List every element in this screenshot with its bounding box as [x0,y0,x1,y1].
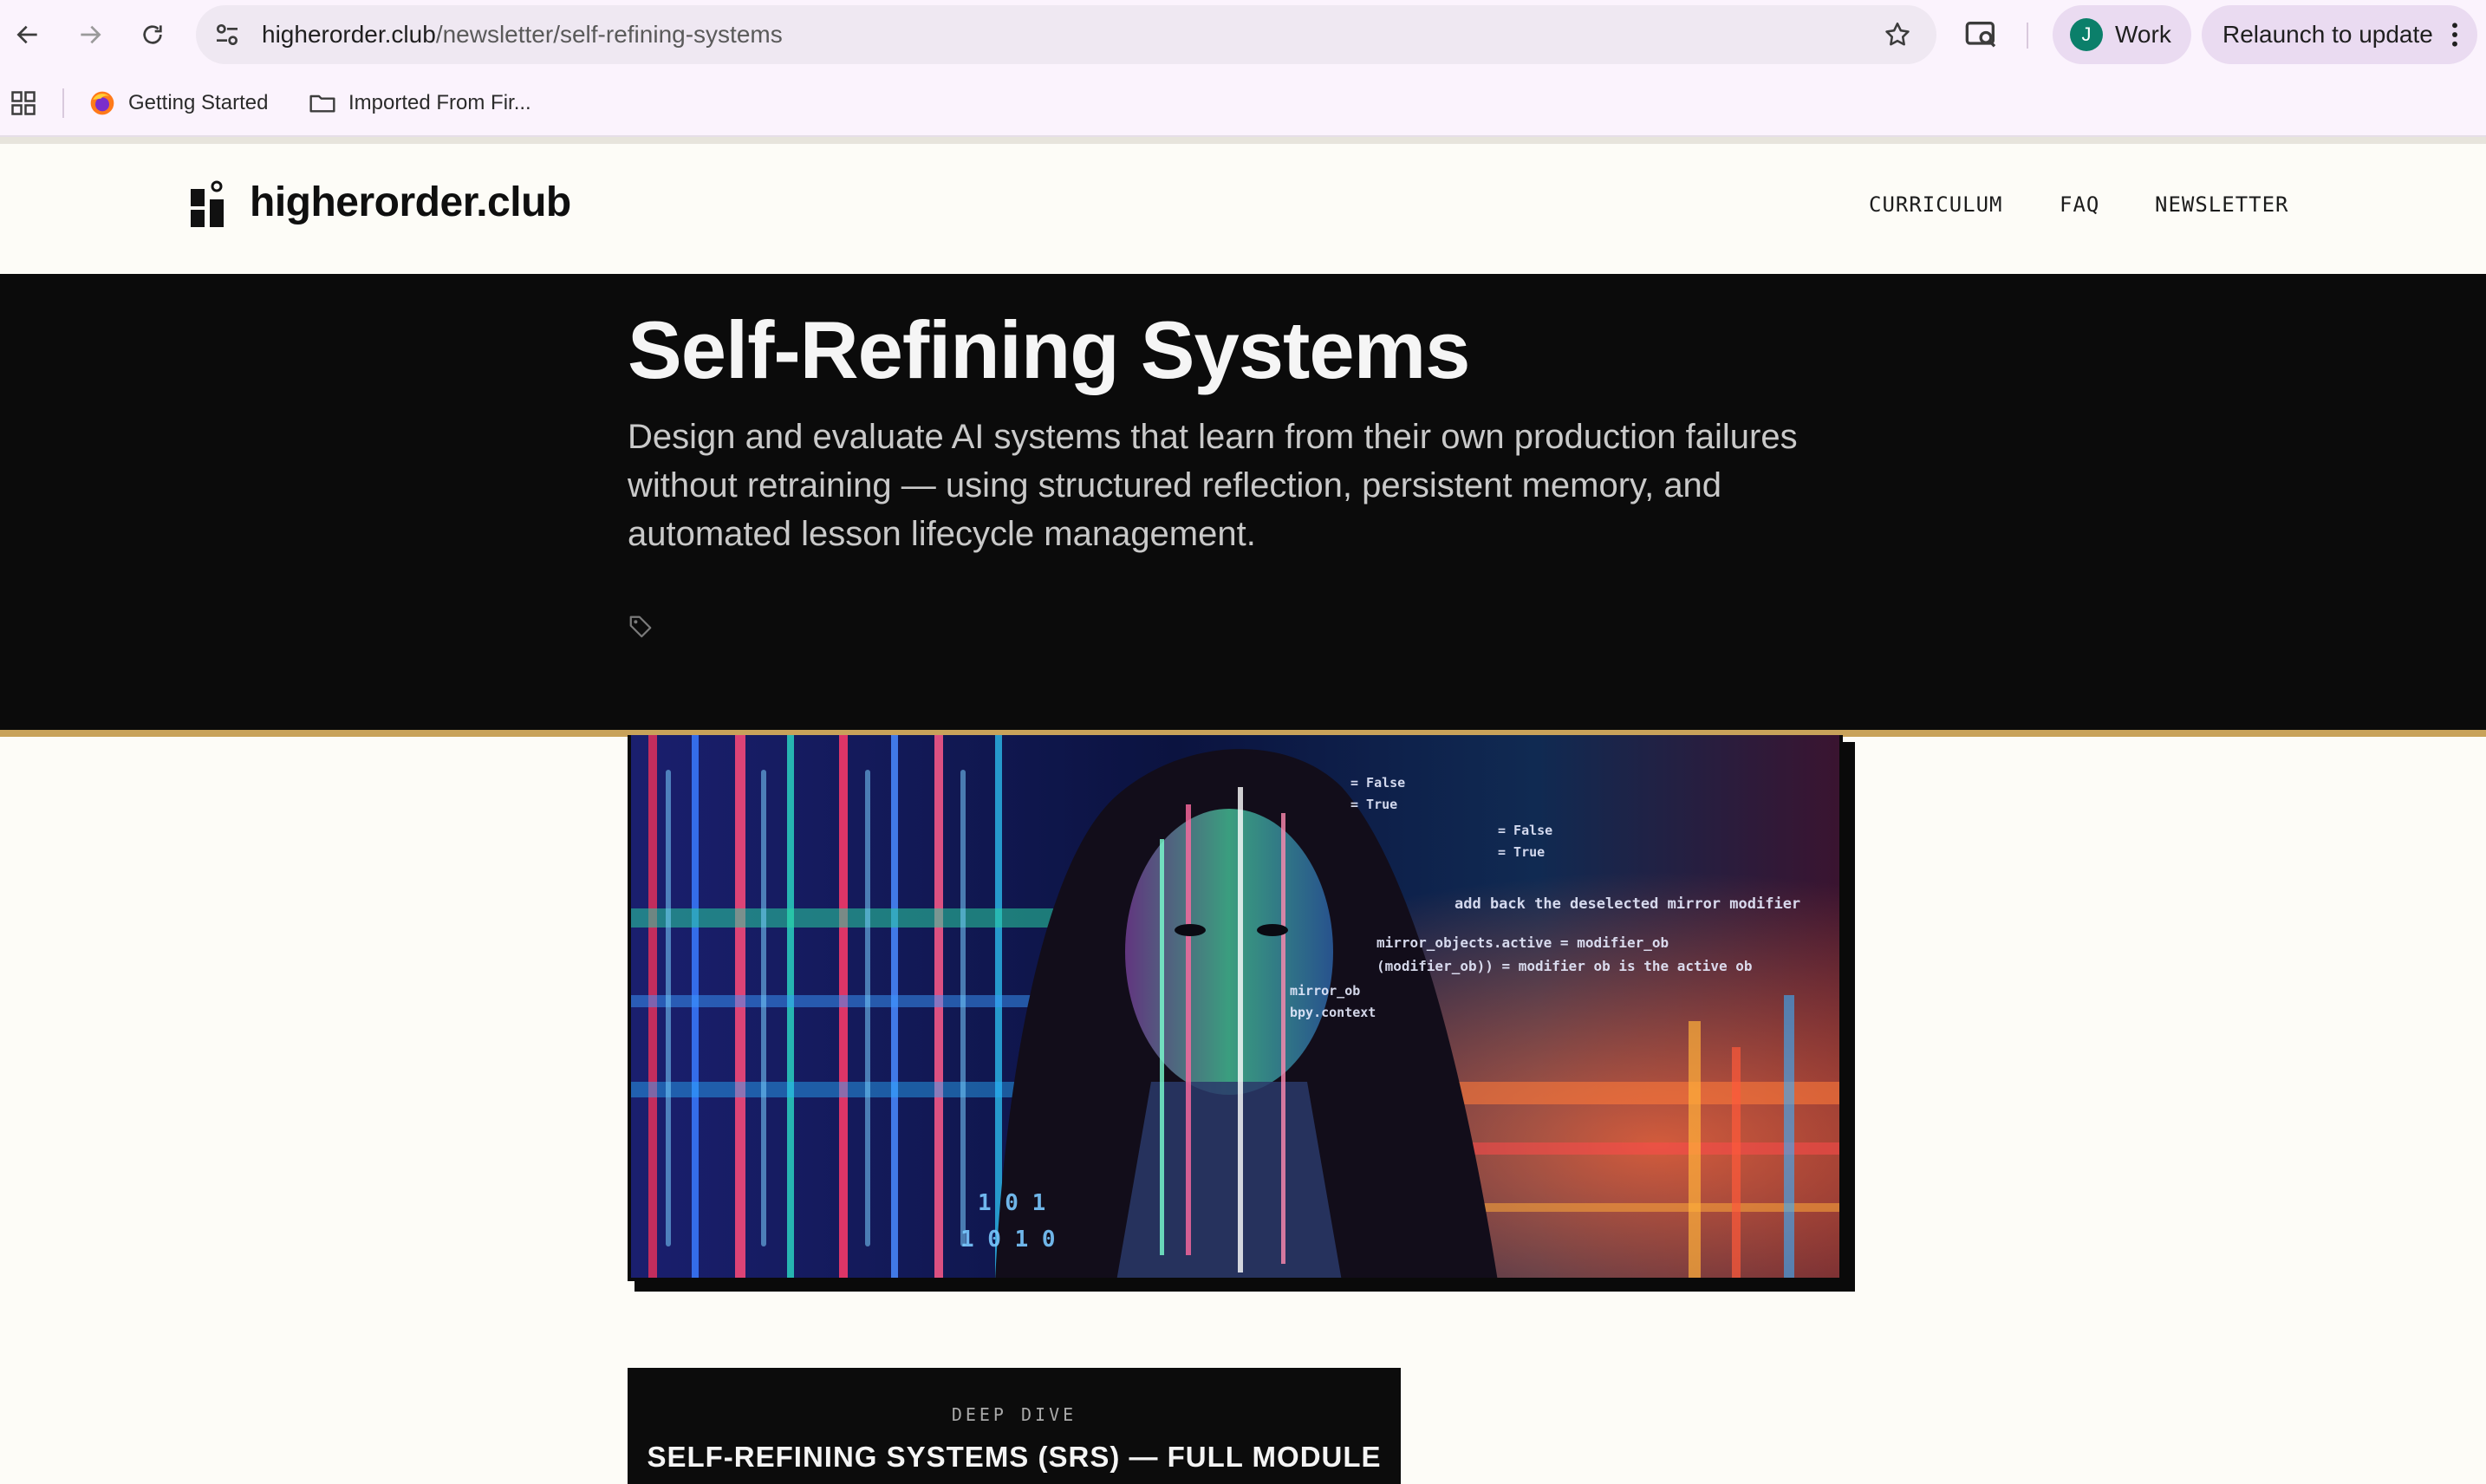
tag-icon[interactable] [628,614,654,640]
avatar: J [2070,18,2103,51]
bookmark-star-icon[interactable] [1883,20,1912,49]
reload-icon[interactable] [135,17,170,52]
page-title: Self-Refining Systems [628,304,1470,395]
browser-toolbar: higherorder.club/newsletter/self-refinin… [0,0,2486,69]
site-logo-icon[interactable] [189,180,227,229]
bookmarks-divider [62,88,64,118]
deep-dive-card[interactable]: DEEP DIVE SELF-REFINING SYSTEMS (SRS) — … [628,1368,1401,1484]
chrome-separator [0,137,2486,144]
code-line: (modifier_ob)) = modifier ob is the acti… [1376,958,1752,974]
code-line: bpy.context [1290,1005,1376,1020]
nav-curriculum[interactable]: CURRICULUM [1869,192,2003,217]
code-line: 1 0 1 [978,1190,1045,1216]
bookmark-label: Imported From Fir... [348,91,531,114]
code-line: mirror_objects.active = modifier_ob [1376,934,1669,951]
profile-label: Work [2115,21,2171,48]
card-kicker: DEEP DIVE [951,1404,1077,1425]
code-line: = False [1350,775,1405,791]
url-path: /newsletter/self-refining-systems [435,21,783,48]
url-host: higherorder.club [262,21,436,48]
site-name[interactable]: higherorder.club [250,179,571,226]
apps-grid-icon[interactable] [10,90,36,116]
forward-arrow-icon[interactable] [73,17,107,52]
url-text[interactable]: higherorder.club/newsletter/self-refinin… [262,5,783,64]
code-line: = False [1498,823,1552,838]
code-line: = True [1498,844,1545,860]
nav-faq[interactable]: FAQ [2060,192,2099,217]
more-vert-icon[interactable] [2450,21,2460,49]
site-header: higherorder.club CURRICULUM FAQ NEWSLETT… [0,144,2486,274]
address-bar[interactable]: higherorder.club/newsletter/self-refinin… [196,5,1936,64]
firefox-icon [90,91,114,115]
google-lens-icon[interactable] [1964,17,1999,52]
toolbar-divider [2027,23,2028,49]
relaunch-button[interactable]: Relaunch to update [2202,5,2477,64]
code-line: add back the deselected mirror modifier [1455,895,1800,913]
site-settings-icon[interactable] [213,21,241,49]
feature-image: = False = True = False = True add back t… [628,735,1843,1281]
page-description: Design and evaluate AI systems that lear… [628,418,1798,553]
code-line: = True [1350,797,1397,812]
folder-icon [309,94,335,113]
profile-button[interactable]: J Work [2053,5,2191,64]
hero-section: Self-Refining Systems Design and evaluat… [0,274,2486,730]
feature-image-art: = False = True = False = True add back t… [631,735,1839,1278]
nav-newsletter[interactable]: NEWSLETTER [2155,192,2289,217]
bookmark-imported-folder[interactable]: Imported From Fir... [309,69,531,137]
bookmarks-bar: Getting Started Imported From Fir... [0,69,2486,137]
code-line: 1 0 1 0 [960,1227,1056,1253]
code-line: mirror_ob [1290,983,1360,999]
bookmark-getting-started[interactable]: Getting Started [88,69,268,137]
card-title[interactable]: SELF-REFINING SYSTEMS (SRS) — FULL MODUL… [628,1441,1401,1474]
relaunch-label: Relaunch to update [2222,21,2433,48]
back-arrow-icon[interactable] [10,17,45,52]
bookmark-label: Getting Started [128,91,269,114]
